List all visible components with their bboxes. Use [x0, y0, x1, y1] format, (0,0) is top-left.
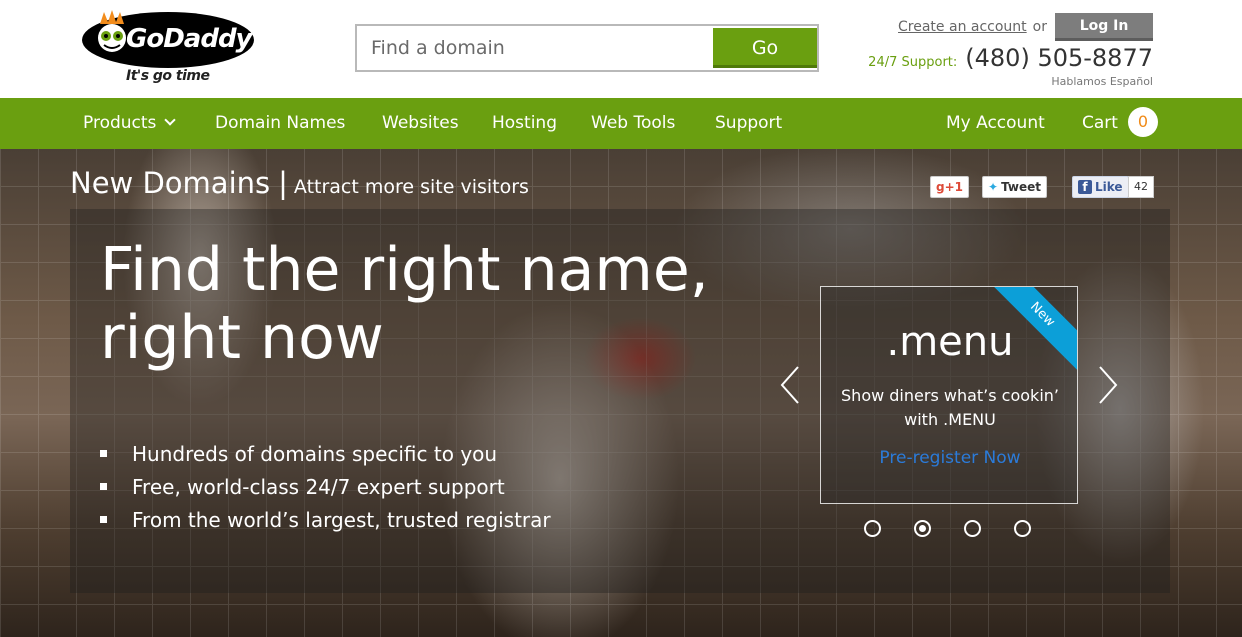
- login-button[interactable]: Log In: [1055, 13, 1153, 41]
- google-plus-label: +1: [944, 180, 963, 194]
- facebook-like-button[interactable]: f Like: [1072, 176, 1129, 198]
- hero-title-separator: |: [278, 166, 288, 200]
- support-language: Hablamos Español: [1051, 75, 1153, 88]
- hero-feature-list: Hundreds of domains specific to you Free…: [100, 437, 551, 536]
- bullet-icon: [100, 483, 107, 490]
- hero-section-name: New Domains: [70, 166, 271, 200]
- carousel-next-arrow-icon[interactable]: [1098, 365, 1118, 405]
- promo-description: Show diners what’s cookin’ with .MENU: [841, 386, 1059, 429]
- list-item: From the world’s largest, trusted regist…: [100, 503, 551, 536]
- tweet-button[interactable]: ✦ Tweet: [982, 176, 1048, 198]
- list-item: Hundreds of domains specific to you: [100, 437, 551, 470]
- nav-products[interactable]: Products: [83, 113, 177, 133]
- carousel-dots: [864, 520, 1064, 537]
- twitter-bird-icon: ✦: [988, 180, 999, 194]
- hero-headline-line2: right now: [100, 303, 384, 373]
- google-plus-icon: g: [936, 180, 945, 194]
- feature-text: Hundreds of domains specific to you: [132, 441, 498, 466]
- hero-section-title: New Domains | Attract more site visitors: [70, 166, 529, 200]
- list-item: Free, world-class 24/7 expert support: [100, 470, 551, 503]
- or-text: or: [1032, 19, 1047, 35]
- main-nav: Products Domain Names Websites Hosting W…: [0, 98, 1242, 149]
- domain-search: Go: [355, 24, 819, 72]
- nav-cart[interactable]: Cart 0: [1082, 107, 1158, 138]
- feature-text: From the world’s largest, trusted regist…: [132, 507, 551, 532]
- carousel-prev-arrow-icon[interactable]: [780, 365, 800, 405]
- logo-tagline: It's go time: [126, 68, 210, 84]
- carousel-dot-4[interactable]: [1014, 520, 1031, 537]
- nav-my-account[interactable]: My Account: [946, 113, 1045, 133]
- logo-wordmark: GoDaddy: [126, 24, 253, 54]
- support-label: 24/7 Support:: [868, 55, 958, 70]
- site-header: GoDaddy It's go time Go Create an accoun…: [0, 0, 1242, 98]
- godaddy-logo[interactable]: GoDaddy It's go time: [82, 8, 258, 92]
- nav-products-label: Products: [83, 113, 157, 133]
- bullet-icon: [100, 516, 107, 523]
- account-links: Create an account or Log In: [898, 13, 1153, 41]
- facebook-icon: f: [1078, 180, 1092, 194]
- nav-support[interactable]: Support: [715, 113, 782, 133]
- carousel-dot-3[interactable]: [964, 520, 981, 537]
- hero-headline-line1: Find the right name,: [100, 235, 709, 305]
- carousel-dot-1[interactable]: [864, 520, 881, 537]
- support-phone[interactable]: (480) 505-8877: [965, 44, 1153, 72]
- hero-section-subtitle: Attract more site visitors: [293, 176, 529, 198]
- tweet-label: Tweet: [1001, 180, 1042, 194]
- search-go-button[interactable]: Go: [713, 28, 817, 68]
- facebook-like-label: Like: [1095, 180, 1123, 194]
- hero-banner: New Domains | Attract more site visitors…: [0, 149, 1242, 637]
- feature-text: Free, world-class 24/7 expert support: [132, 474, 505, 499]
- support-info: 24/7 Support: (480) 505-8877: [868, 44, 1153, 72]
- bullet-icon: [100, 450, 107, 457]
- nav-cart-label: Cart: [1082, 113, 1118, 133]
- nav-web-tools[interactable]: Web Tools: [591, 113, 675, 133]
- facebook-like-count: 42: [1128, 176, 1154, 198]
- domain-search-input[interactable]: [357, 26, 711, 70]
- promo-domain-name: .menu: [886, 319, 1014, 365]
- chevron-down-icon: [164, 114, 177, 126]
- cart-count-badge: 0: [1127, 107, 1158, 137]
- create-account-link[interactable]: Create an account: [898, 19, 1027, 35]
- nav-hosting[interactable]: Hosting: [492, 113, 557, 133]
- carousel-dot-2[interactable]: [914, 520, 931, 537]
- promo-card[interactable]: New .menu Show diners what’s cookin’ wit…: [820, 286, 1078, 504]
- nav-domain-names[interactable]: Domain Names: [215, 113, 345, 133]
- hero-headline: Find the right name, right now: [100, 236, 709, 372]
- google-plus-button[interactable]: g +1: [930, 176, 969, 198]
- nav-websites[interactable]: Websites: [382, 113, 459, 133]
- pre-register-link[interactable]: Pre-register Now: [821, 448, 1077, 468]
